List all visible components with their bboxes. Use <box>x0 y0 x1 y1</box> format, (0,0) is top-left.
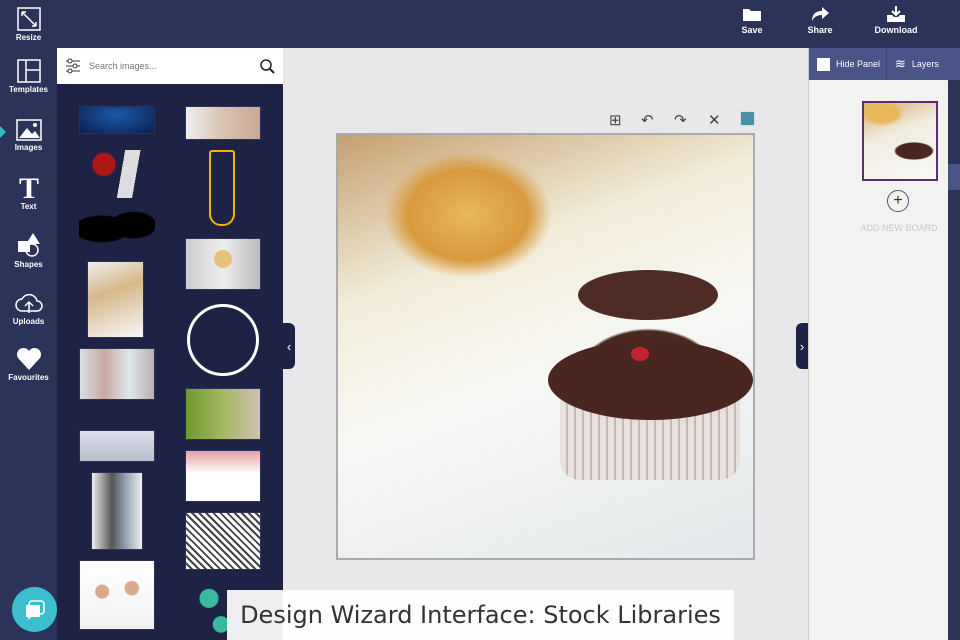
nav-resize[interactable]: Resize <box>0 7 57 42</box>
image-thumbnail-family[interactable] <box>79 560 155 630</box>
nav-label: Uploads <box>12 317 45 326</box>
caption-banner: Design Wizard Interface: Stock Libraries <box>227 590 734 640</box>
nav-images[interactable]: Images <box>0 119 57 152</box>
canvas-cupcake-image[interactable] <box>336 133 755 560</box>
hide-panel-label: Hide Panel <box>836 59 881 69</box>
cupcake-frosting <box>548 340 753 420</box>
filter-sliders-icon[interactable] <box>65 58 81 74</box>
layers-button[interactable]: ≋ Layers <box>887 48 939 80</box>
right-panel: Hide Panel ≋ Layers + ADD NEW BOARD <box>808 48 960 640</box>
image-thumbnail-robot-arm[interactable] <box>87 150 155 198</box>
nav-text[interactable]: T Text <box>0 174 57 211</box>
redo-icon[interactable]: ↷ <box>674 111 687 129</box>
nav-label: Templates <box>9 85 48 94</box>
nav-label: Resize <box>15 33 42 42</box>
templates-icon <box>16 59 41 83</box>
images-panel <box>57 48 283 640</box>
image-thumbnail-snow[interactable] <box>79 430 155 462</box>
share-arrow-icon <box>812 7 829 21</box>
image-thumbnail-clock[interactable] <box>187 304 259 376</box>
search-icon[interactable] <box>260 58 275 74</box>
save-button[interactable]: Save <box>722 6 782 35</box>
chat-bubble-icon <box>25 599 45 620</box>
image-thumbnail-office[interactable] <box>91 472 143 550</box>
nav-uploads[interactable]: Uploads <box>0 291 57 326</box>
collapse-panel-handle[interactable]: ‹ <box>283 323 295 369</box>
download-label: Download <box>874 25 918 35</box>
board-scrollbar[interactable] <box>948 80 960 640</box>
color-swatch[interactable] <box>740 111 755 126</box>
download-icon <box>887 6 905 22</box>
image-thumbnail-scientist[interactable] <box>87 261 144 338</box>
image-thumbnail-collage[interactable] <box>185 512 261 570</box>
nav-label: Images <box>14 143 43 152</box>
nav-favourites[interactable]: Favourites <box>0 347 57 382</box>
folder-icon <box>743 9 761 21</box>
board-thumbnail[interactable] <box>862 101 938 181</box>
image-icon <box>15 119 42 141</box>
resize-icon <box>16 7 41 31</box>
layers-icon: ≋ <box>895 56 906 71</box>
grid-icon[interactable]: ⊞ <box>609 111 622 129</box>
svg-text:T: T <box>18 174 38 200</box>
hide-panel-button[interactable]: Hide Panel <box>809 48 887 80</box>
share-button[interactable]: Share <box>790 6 850 35</box>
image-thumbnail-woman[interactable] <box>185 106 261 140</box>
back-cupcake <box>578 270 718 320</box>
left-nav: Resize Templates Images T Text Shapes Upl… <box>0 0 57 640</box>
nav-label: Favourites <box>8 373 49 382</box>
share-label: Share <box>807 25 833 35</box>
nav-label: Shapes <box>14 260 43 269</box>
nav-shapes[interactable]: Shapes <box>0 232 57 269</box>
add-board-label: ADD NEW BOARD <box>860 223 938 233</box>
text-icon: T <box>18 174 38 200</box>
nav-templates[interactable]: Templates <box>0 59 57 94</box>
right-panel-header: Hide Panel ≋ Layers <box>809 48 960 80</box>
save-label: Save <box>741 25 763 35</box>
image-thumbnail-blonde-woman[interactable] <box>185 238 261 290</box>
scroll-thumb[interactable] <box>948 164 960 190</box>
add-board-button[interactable]: + <box>887 190 909 212</box>
upload-cloud-icon <box>14 293 43 313</box>
top-bar: Save Share Download <box>0 0 960 48</box>
undo-icon[interactable]: ↶ <box>641 111 654 129</box>
download-button[interactable]: Download <box>866 6 926 35</box>
image-thumbnail-fitness[interactable] <box>79 348 155 400</box>
image-thumbnail-silhouettes[interactable] <box>79 208 155 246</box>
chat-button[interactable] <box>12 587 57 632</box>
image-thumbnail-floral-border[interactable] <box>185 450 261 502</box>
layers-label: Layers <box>911 59 939 69</box>
image-thumbnail-stage[interactable] <box>79 106 155 134</box>
close-icon[interactable]: ✕ <box>708 111 721 129</box>
search-input[interactable] <box>89 61 260 71</box>
cupcake-cherry <box>631 347 649 361</box>
shapes-icon <box>17 233 40 257</box>
image-thumbnail-tie[interactable] <box>209 150 235 226</box>
search-bar <box>57 48 283 84</box>
expand-right-panel-handle[interactable]: › <box>796 323 808 369</box>
nav-label: Text <box>20 202 37 211</box>
heart-icon <box>16 347 41 370</box>
hide-panel-icon <box>817 57 830 71</box>
image-thumbnail-sneezing[interactable] <box>185 388 261 440</box>
